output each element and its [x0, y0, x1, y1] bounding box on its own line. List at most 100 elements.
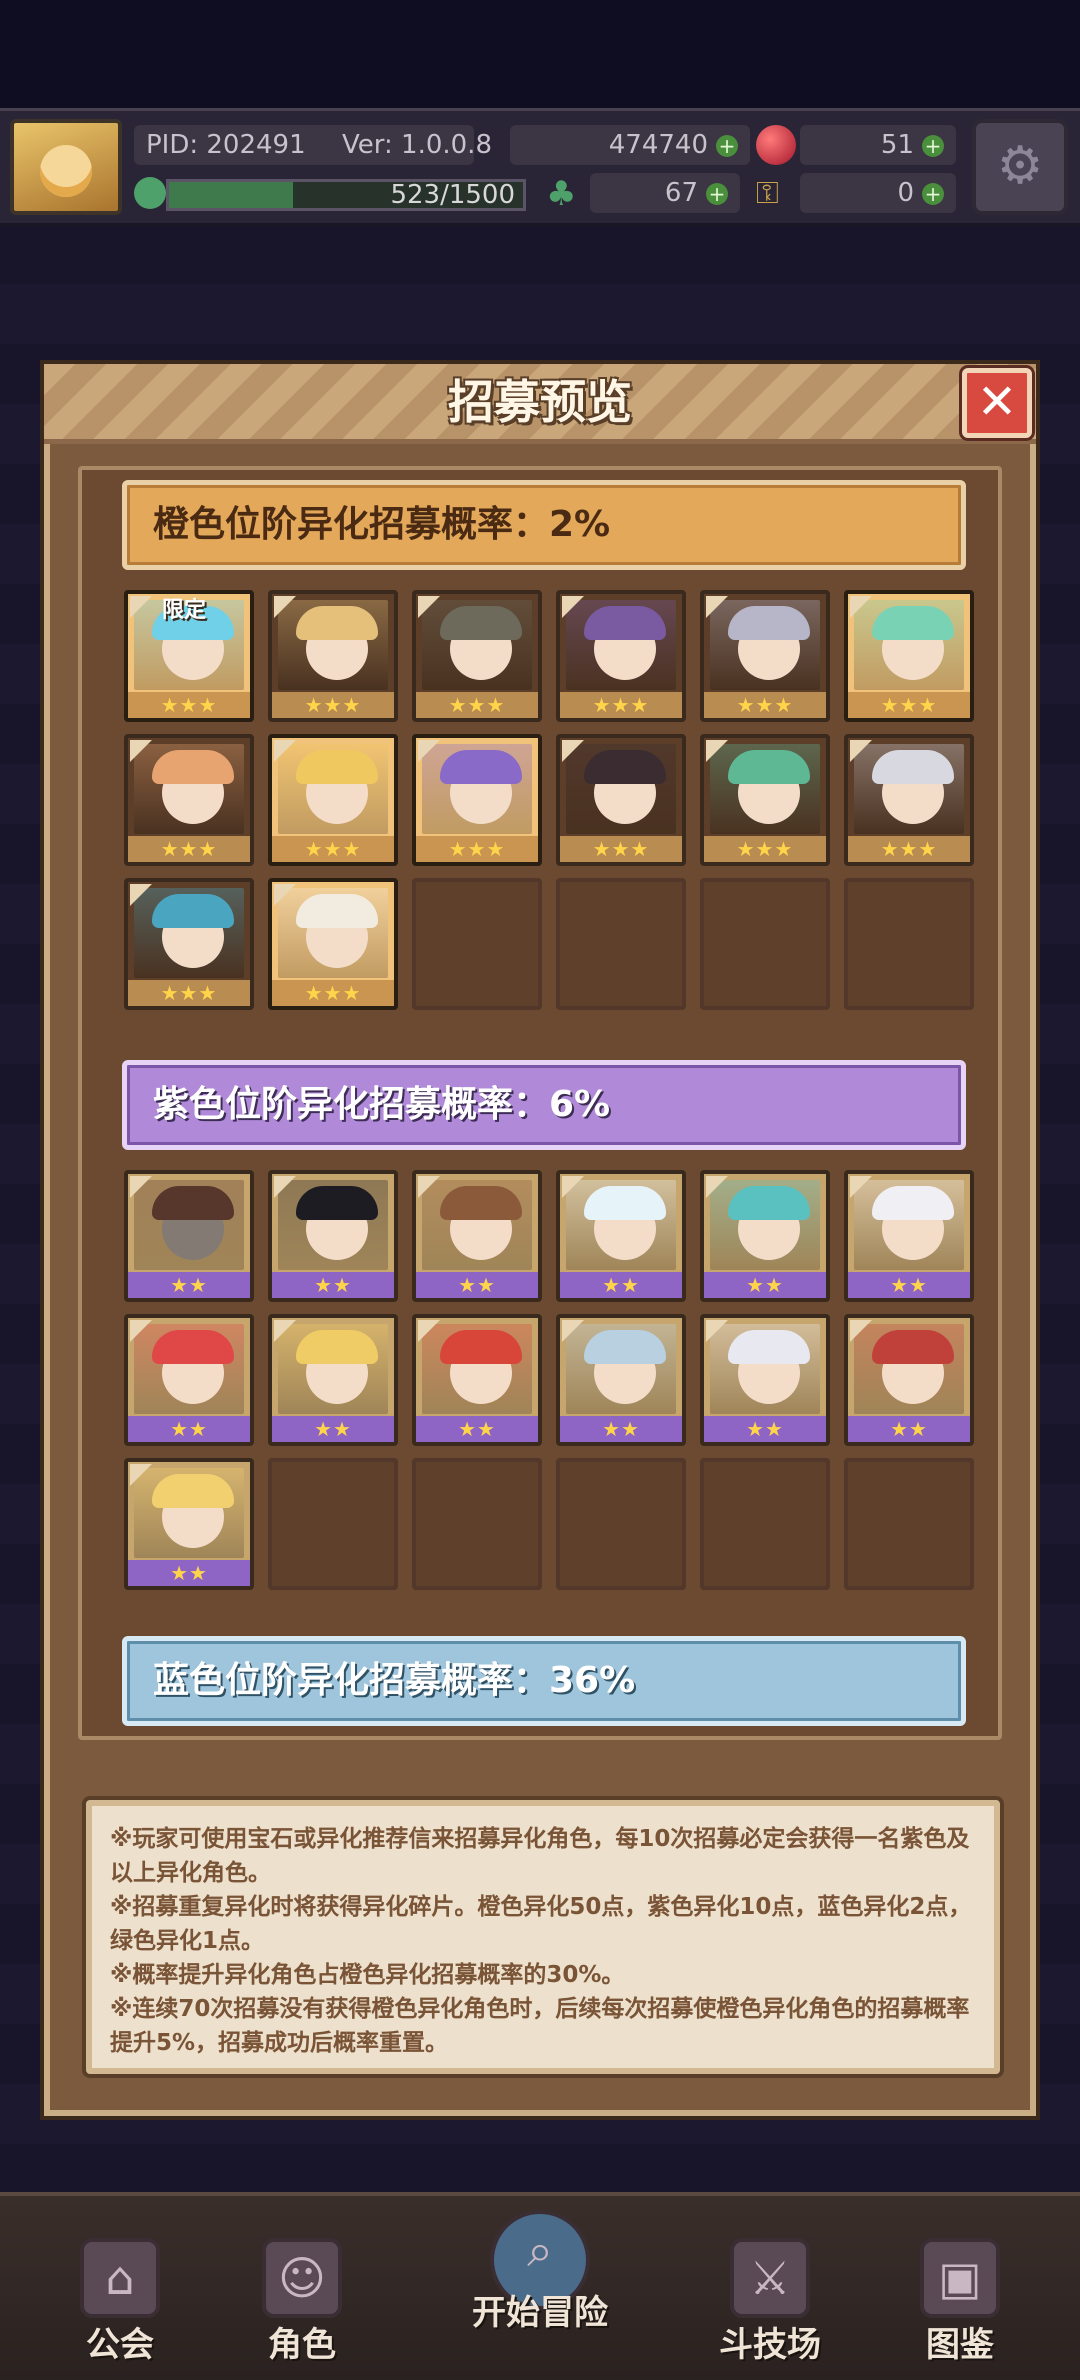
character-icon: ☺ — [262, 2238, 342, 2318]
orange-character-card[interactable]: ★★★ — [556, 734, 686, 866]
character-portrait — [422, 1180, 532, 1270]
orange-character-card[interactable]: ★★★ — [268, 878, 398, 1010]
orange-character-card[interactable]: ★★★ — [268, 590, 398, 722]
character-portrait — [422, 744, 532, 834]
nav-characters[interactable]: ☺ 角色 — [222, 2228, 382, 2378]
orange-character-card[interactable]: ★★★ — [700, 734, 830, 866]
nav-codex[interactable]: ▣ 图鉴 — [880, 2228, 1040, 2378]
star-rating: ★★ — [704, 1272, 826, 1298]
purple-character-card[interactable]: ★★ — [124, 1458, 254, 1590]
star-rating: ★★★ — [704, 692, 826, 718]
star-rating: ★★ — [272, 1416, 394, 1442]
star-rating: ★★★ — [272, 980, 394, 1006]
orange-character-card[interactable]: ★★★ 限定 — [124, 590, 254, 722]
nav-guild[interactable]: ⌂ 公会 — [40, 2228, 200, 2378]
purple-character-card[interactable]: ★★ — [844, 1314, 974, 1446]
ruby-value: 51 — [880, 130, 914, 160]
orange-character-card[interactable]: ★★★ — [412, 734, 542, 866]
orange-character-card[interactable]: ★★★ — [124, 878, 254, 1010]
key-icon: ⚿ — [756, 176, 779, 211]
character-portrait — [566, 600, 676, 690]
purple-character-card[interactable]: ★★ — [124, 1170, 254, 1302]
orange-character-card[interactable]: ★★★ — [412, 590, 542, 722]
rule-note: ※概率提升异化角色占橙色异化招募概率的30%。 — [110, 1962, 625, 1988]
character-portrait — [422, 600, 532, 690]
key-value: 0 — [897, 178, 914, 208]
dialog-header: 招募预览 ✕ — [44, 364, 1036, 444]
character-portrait — [422, 1324, 532, 1414]
purple-character-card[interactable]: ★★ — [700, 1314, 830, 1446]
purple-character-card[interactable]: ★★ — [844, 1170, 974, 1302]
character-portrait — [710, 1180, 820, 1270]
empty-slot — [844, 878, 974, 1010]
nav-guild-label: 公会 — [86, 2325, 154, 2365]
star-rating: ★★ — [128, 1560, 250, 1586]
orange-tier-banner: 橙色位阶异化招募概率：2% — [122, 480, 966, 570]
star-rating: ★★★ — [416, 836, 538, 862]
purple-character-card[interactable]: ★★ — [412, 1314, 542, 1446]
rule-note: ※玩家可使用宝石或异化推荐信来招募异化角色，每10次招募必定会获得一名紫色及以上… — [110, 1826, 970, 1886]
add-clover-icon[interactable]: + — [706, 182, 728, 205]
star-rating: ★★★ — [128, 836, 250, 862]
recruit-preview-dialog: 招募预览 ✕ 橙色位阶异化招募概率：2% ★★★ 限定 ★★★ ★★★ ★★★ ★★★ ★★… — [44, 364, 1036, 2116]
orange-character-card[interactable]: ★★★ — [124, 734, 254, 866]
energy-text: 523/1500 — [390, 180, 515, 210]
empty-slot — [412, 878, 542, 1010]
star-rating: ★★ — [272, 1272, 394, 1298]
star-rating: ★★★ — [128, 980, 250, 1006]
limited-badge: 限定 — [162, 598, 207, 623]
star-rating: ★★ — [560, 1416, 682, 1442]
orange-character-card[interactable]: ★★★ — [556, 590, 686, 722]
character-portrait — [566, 1180, 676, 1270]
rule-note: ※连续70次招募没有获得橙色异化角色时，后续每次招募使橙色异化角色的招募概率提升… — [110, 1996, 970, 2056]
nav-adventure-label: 开始冒险 — [472, 2293, 608, 2333]
character-portrait — [278, 600, 388, 690]
gold-counter: 474740 + — [510, 125, 750, 165]
star-rating: ★★★ — [848, 836, 970, 862]
purple-character-card[interactable]: ★★ — [124, 1314, 254, 1446]
orange-character-card[interactable]: ★★★ — [700, 590, 830, 722]
clover-counter: 67 + — [590, 173, 740, 213]
character-portrait — [278, 1324, 388, 1414]
star-rating: ★★ — [416, 1416, 538, 1442]
star-rating: ★★★ — [416, 692, 538, 718]
purple-character-card[interactable]: ★★ — [700, 1170, 830, 1302]
star-rating: ★★ — [416, 1272, 538, 1298]
energy-fill — [169, 182, 293, 208]
nav-arena[interactable]: ⚔ 斗技场 — [690, 2228, 850, 2378]
character-portrait — [134, 1180, 244, 1270]
star-rating: ★★ — [128, 1416, 250, 1442]
star-rating: ★★★ — [560, 836, 682, 862]
character-portrait — [854, 600, 964, 690]
orange-character-card[interactable]: ★★★ — [268, 734, 398, 866]
purple-character-card[interactable]: ★★ — [412, 1170, 542, 1302]
character-portrait — [134, 1468, 244, 1558]
add-ruby-icon[interactable]: + — [922, 134, 944, 157]
nav-adventure[interactable]: ⌕ 开始冒险 — [420, 2196, 660, 2346]
energy-icon — [134, 177, 166, 209]
codex-icon: ▣ — [920, 2238, 1000, 2318]
character-portrait — [566, 744, 676, 834]
ruby-counter: 51 + — [800, 125, 956, 165]
empty-slot — [556, 1458, 686, 1590]
nav-characters-label: 角色 — [268, 2325, 336, 2365]
purple-character-card[interactable]: ★★ — [268, 1170, 398, 1302]
add-gold-icon[interactable]: + — [716, 134, 738, 157]
orange-character-card[interactable]: ★★★ — [844, 590, 974, 722]
orange-character-card[interactable]: ★★★ — [844, 734, 974, 866]
close-button[interactable]: ✕ — [962, 368, 1032, 438]
character-portrait — [710, 744, 820, 834]
character-portrait — [278, 1180, 388, 1270]
purple-character-card[interactable]: ★★ — [556, 1314, 686, 1446]
star-rating: ★★★ — [848, 692, 970, 718]
add-key-icon[interactable]: + — [922, 182, 944, 205]
settings-gear-icon[interactable]: ⚙ — [972, 119, 1068, 215]
empty-slot — [844, 1458, 974, 1590]
character-portrait — [854, 1324, 964, 1414]
player-avatar[interactable] — [10, 119, 122, 215]
empty-slot — [700, 1458, 830, 1590]
purple-character-card[interactable]: ★★ — [268, 1314, 398, 1446]
purple-character-card[interactable]: ★★ — [556, 1170, 686, 1302]
gold-value: 474740 — [608, 130, 708, 160]
orange-tier-label: 橙色位阶异化招募概率：2% — [153, 504, 611, 545]
